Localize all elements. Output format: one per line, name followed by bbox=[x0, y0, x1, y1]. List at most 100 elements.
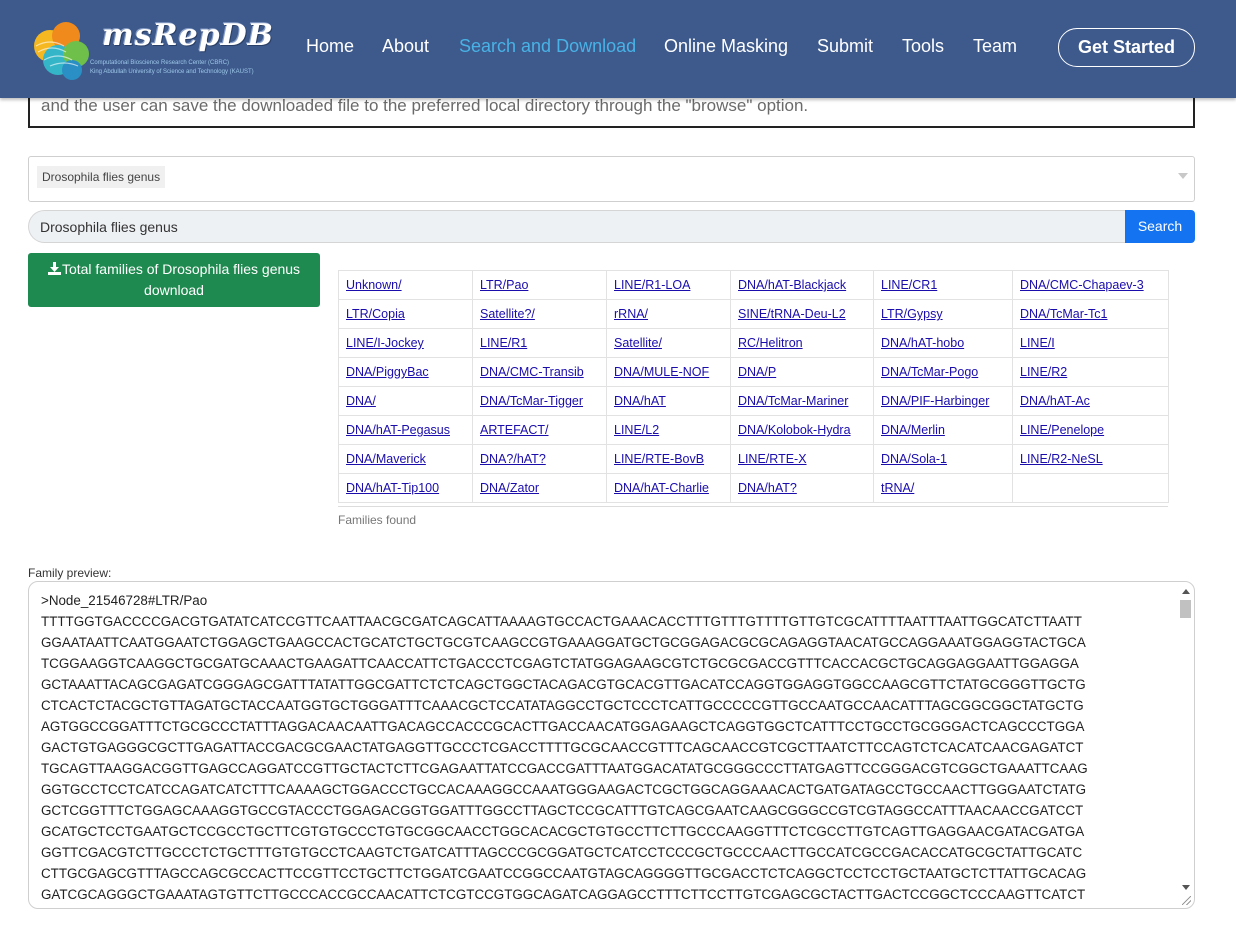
family-link[interactable]: SINE/tRNA-Deu-L2 bbox=[738, 307, 846, 321]
family-link[interactable]: Unknown/ bbox=[346, 278, 402, 292]
family-link[interactable]: DNA/hAT-Charlie bbox=[614, 481, 709, 495]
search-button[interactable]: Search bbox=[1125, 210, 1195, 243]
nav-home[interactable]: Home bbox=[306, 36, 354, 57]
sequence-line: TGCAGTTAAGGACGGTTGAGCCAGGATCCGTTGCTACTCT… bbox=[41, 761, 1088, 776]
species-select[interactable]: Drosophila flies genus bbox=[28, 156, 1195, 202]
family-link[interactable]: LINE/R2-NeSL bbox=[1020, 452, 1103, 466]
chevron-down-icon[interactable] bbox=[1178, 173, 1188, 179]
family-link[interactable]: DNA/PiggyBac bbox=[346, 365, 429, 379]
search-input[interactable]: Drosophila flies genus bbox=[28, 210, 1125, 243]
preview-scrollbar[interactable] bbox=[1179, 586, 1192, 892]
download-icon bbox=[47, 262, 61, 275]
family-link[interactable]: DNA/CMC-Chapaev-3 bbox=[1020, 278, 1144, 292]
nav-online-masking[interactable]: Online Masking bbox=[664, 36, 788, 57]
family-link[interactable]: DNA/hAT-Tip100 bbox=[346, 481, 439, 495]
families-table-cell: DNA/TcMar-Mariner bbox=[730, 386, 874, 416]
families-table-cell: LTR/Pao bbox=[472, 270, 607, 300]
family-link[interactable]: DNA/Zator bbox=[480, 481, 539, 495]
family-link[interactable]: DNA/hAT-Pegasus bbox=[346, 423, 450, 437]
families-divider bbox=[338, 506, 1168, 507]
family-link[interactable]: rRNA/ bbox=[614, 307, 648, 321]
scroll-down-icon[interactable] bbox=[1182, 885, 1190, 890]
family-link[interactable]: DNA/TcMar-Tc1 bbox=[1020, 307, 1108, 321]
families-table-cell: LINE/Penelope bbox=[1012, 415, 1169, 445]
families-table-cell: DNA?/hAT? bbox=[472, 444, 607, 474]
sequence-line: TCGGAAGGTCAAGGCTGCGATGCAAACTGAAGATTCAACC… bbox=[41, 656, 1079, 671]
families-table-cell: DNA/hAT-hobo bbox=[873, 328, 1013, 358]
family-link[interactable]: LINE/RTE-X bbox=[738, 452, 807, 466]
families-table-row: DNA/hAT-Tip100 DNA/Zator DNA/hAT-Charlie DN… bbox=[338, 473, 1169, 503]
families-table-cell: DNA/MULE-NOF bbox=[606, 357, 731, 387]
family-link[interactable]: LTR/Copia bbox=[346, 307, 405, 321]
families-table-cell: DNA/TcMar-Pogo bbox=[873, 357, 1013, 387]
nav-team[interactable]: Team bbox=[973, 36, 1017, 57]
family-link[interactable]: DNA/hAT-hobo bbox=[881, 336, 964, 350]
sequence-line: GCATGCTCCTGAATGCTCCGCCTGCTTCGTGTGCCCTGTG… bbox=[41, 824, 1085, 839]
families-table-cell: DNA/hAT-Blackjack bbox=[730, 270, 874, 300]
families-table-row: Unknown/LTR/Pao LINE/R1-LOA DNA/hAT-Blackj… bbox=[338, 270, 1169, 300]
families-table-cell: DNA/Sola-1 bbox=[873, 444, 1013, 474]
families-table-row: DNA/Maverick DNA?/hAT? LINE/RTE-BovB LINE/R… bbox=[338, 444, 1169, 474]
sequence-line: TTTTGGTGACCCCGACGTGATATCATCCGTTCAATTAACG… bbox=[41, 614, 1082, 629]
family-link[interactable]: LINE/R1 bbox=[480, 336, 527, 350]
families-table-cell bbox=[1012, 473, 1169, 503]
family-link[interactable]: DNA/TcMar-Tigger bbox=[480, 394, 583, 408]
family-link[interactable]: DNA/Merlin bbox=[881, 423, 945, 437]
family-link[interactable]: DNA/MULE-NOF bbox=[614, 365, 709, 379]
nav-submit[interactable]: Submit bbox=[817, 36, 873, 57]
family-link[interactable]: LINE/R2 bbox=[1020, 365, 1067, 379]
family-link[interactable]: DNA?/hAT? bbox=[480, 452, 546, 466]
resize-grip-icon[interactable] bbox=[1182, 896, 1191, 905]
family-link[interactable]: DNA/PIF-Harbinger bbox=[881, 394, 989, 408]
family-link[interactable]: DNA/hAT-Blackjack bbox=[738, 278, 846, 292]
scroll-up-icon[interactable] bbox=[1182, 589, 1190, 594]
get-started-button[interactable]: Get Started bbox=[1058, 28, 1195, 67]
nav-search-and-download[interactable]: Search and Download bbox=[459, 36, 636, 57]
family-link[interactable]: DNA/Sola-1 bbox=[881, 452, 947, 466]
families-table-cell: DNA/hAT-Tip100 bbox=[338, 473, 473, 503]
family-preview-textarea[interactable]: >Node_21546728#LTR/Pao TTTTGGTGACCCCGACGT… bbox=[28, 581, 1195, 909]
nav-tools[interactable]: Tools bbox=[902, 36, 944, 57]
families-table-cell: DNA/P bbox=[730, 357, 874, 387]
families-table-cell: LINE/CR1 bbox=[873, 270, 1013, 300]
families-table-row: DNA/PiggyBac DNA/CMC-Transib DNA/MULE-NOF D… bbox=[338, 357, 1169, 387]
family-link[interactable]: RC/Helitron bbox=[738, 336, 803, 350]
family-link[interactable]: LINE/L2 bbox=[614, 423, 659, 437]
family-link[interactable]: Satellite/ bbox=[614, 336, 662, 350]
download-total-families-button[interactable]: Total families of Drosophila flies genus… bbox=[28, 253, 320, 307]
family-link[interactable]: Satellite?/ bbox=[480, 307, 535, 321]
family-link[interactable]: LINE/CR1 bbox=[881, 278, 937, 292]
family-link[interactable]: DNA/Kolobok-Hydra bbox=[738, 423, 851, 437]
family-link[interactable]: DNA/TcMar-Mariner bbox=[738, 394, 848, 408]
families-table-cell: DNA/TcMar-Tc1 bbox=[1012, 299, 1169, 329]
family-link[interactable]: LINE/RTE-BovB bbox=[614, 452, 704, 466]
family-link[interactable]: LTR/Gypsy bbox=[881, 307, 943, 321]
nav-about[interactable]: About bbox=[382, 36, 429, 57]
families-table-cell: Satellite?/ bbox=[472, 299, 607, 329]
family-link[interactable]: tRNA/ bbox=[881, 481, 914, 495]
sequence-line: GCTAAATTACAGCGAGATCGGGAGCGATTTATATTGGCGA… bbox=[41, 677, 1086, 692]
families-table-cell: LTR/Copia bbox=[338, 299, 473, 329]
sequence-line: GATCGCAGGGCTGAAATAGTGTTCTTGCCCACCGCCAACA… bbox=[41, 887, 1086, 902]
families-table-row: LTR/Copia Satellite?/ rRNA/SINE/tRNA-Deu-L… bbox=[338, 299, 1169, 329]
family-link[interactable]: DNA/Maverick bbox=[346, 452, 426, 466]
family-link[interactable]: DNA/TcMar-Pogo bbox=[881, 365, 978, 379]
scroll-thumb[interactable] bbox=[1180, 600, 1191, 618]
family-link[interactable]: DNA/hAT-Ac bbox=[1020, 394, 1090, 408]
families-table-cell: RC/Helitron bbox=[730, 328, 874, 358]
family-preview-label: Family preview: bbox=[28, 566, 112, 580]
family-link[interactable]: DNA/CMC-Transib bbox=[480, 365, 584, 379]
family-link[interactable]: LINE/R1-LOA bbox=[614, 278, 690, 292]
family-link[interactable]: LINE/Penelope bbox=[1020, 423, 1104, 437]
family-link[interactable]: DNA/ bbox=[346, 394, 376, 408]
family-link[interactable]: LTR/Pao bbox=[480, 278, 528, 292]
family-link[interactable]: ARTEFACT/ bbox=[480, 423, 549, 437]
family-link[interactable]: DNA/P bbox=[738, 365, 776, 379]
site-logo[interactable]: msRepDB Computational Bioscience Researc… bbox=[30, 16, 292, 84]
family-link[interactable]: LINE/I bbox=[1020, 336, 1055, 350]
selected-species-chip[interactable]: Drosophila flies genus bbox=[37, 166, 166, 188]
family-link[interactable]: DNA/hAT? bbox=[738, 481, 797, 495]
family-link[interactable]: DNA/hAT bbox=[614, 394, 666, 408]
sequence-line: CTTGCGAGCGTTTAGCCAGCGCCACTTCCGTTCCTGCTTC… bbox=[41, 866, 1087, 881]
family-link[interactable]: LINE/I-Jockey bbox=[346, 336, 424, 350]
